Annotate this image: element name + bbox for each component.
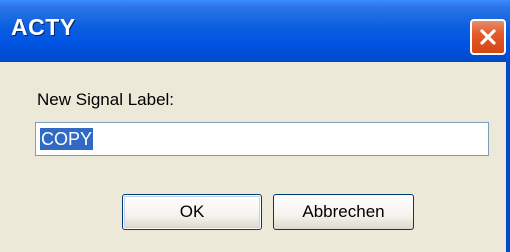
signal-label-prompt: New Signal Label: bbox=[37, 90, 175, 109]
dialog-window: ACTY New Signal Label: COPY OK Abbrechen bbox=[0, 0, 510, 252]
dialog-body: New Signal Label: COPY OK Abbrechen bbox=[0, 62, 510, 252]
ok-button[interactable]: OK bbox=[122, 194, 262, 230]
title-bar[interactable]: ACTY bbox=[0, 0, 510, 62]
signal-label-input[interactable]: COPY bbox=[35, 122, 489, 156]
window-frame-right bbox=[506, 62, 510, 252]
cancel-button[interactable]: Abbrechen bbox=[273, 194, 414, 230]
close-icon bbox=[477, 26, 499, 48]
close-button[interactable] bbox=[470, 19, 506, 55]
signal-label-value: COPY bbox=[40, 128, 94, 150]
window-title: ACTY bbox=[11, 14, 76, 40]
